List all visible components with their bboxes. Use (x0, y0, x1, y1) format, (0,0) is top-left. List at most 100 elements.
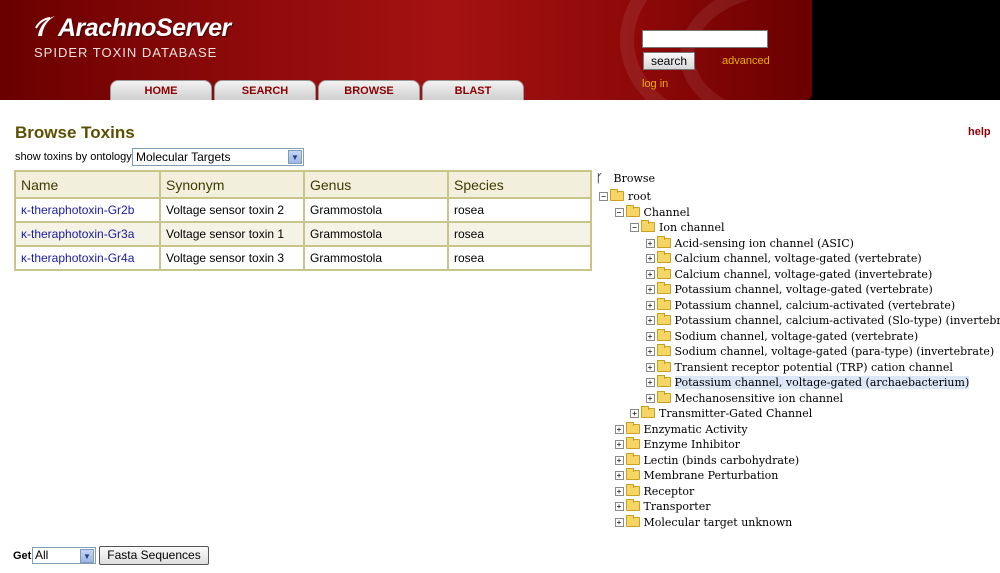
tree-node[interactable]: + Enzyme Inhibitor (614, 437, 740, 452)
tree-node-label[interactable]: Lectin (binds carbohydrate) (644, 454, 800, 467)
site-logo[interactable]: ArachnoServer SPIDER TOXIN DATABASE (34, 14, 231, 60)
column-header-genus[interactable]: Genus (303, 170, 449, 199)
folder-icon (625, 437, 640, 449)
collapse-icon[interactable]: − (630, 223, 639, 232)
expand-icon[interactable]: + (645, 285, 655, 294)
tree-node-label[interactable]: root (628, 190, 651, 203)
tree-node[interactable]: + Molecular target unknown (614, 514, 793, 530)
tree-node[interactable]: − Channel (614, 204, 690, 220)
tree-node-label[interactable]: Sodium channel, voltage-gated (para-type… (675, 345, 995, 358)
column-header-name[interactable]: Name (14, 170, 161, 199)
tree-node-label[interactable]: Receptor (644, 485, 695, 498)
expand-icon[interactable]: + (645, 362, 655, 372)
tree-node-label[interactable]: Enzymatic Activity (644, 423, 748, 436)
toxin-name-link[interactable]: κ-theraphotoxin-Gr4a (14, 245, 161, 271)
expand-icon[interactable]: + (645, 269, 655, 279)
tree-node-label[interactable]: Molecular target unknown (644, 516, 793, 529)
ontology-select[interactable]: Molecular Targets ▼ (132, 148, 304, 166)
get-label: Get (13, 550, 32, 562)
get-selected-value: All (35, 548, 49, 562)
tab-blast[interactable]: BLAST (422, 80, 524, 100)
tree-node[interactable]: − Ion channel (630, 220, 725, 235)
table-row: κ-theraphotoxin-Gr4a Voltage sensor toxi… (14, 245, 592, 271)
expand-icon[interactable]: + (614, 471, 624, 480)
expand-icon[interactable]: + (645, 393, 655, 403)
site-header: ArachnoServer SPIDER TOXIN DATABASE HOME… (0, 0, 1000, 100)
expand-icon[interactable]: + (645, 378, 655, 387)
tree-node[interactable]: + Calcium channel, voltage-gated (vertebr… (645, 251, 922, 266)
tree-node-label[interactable]: Potassium channel, calcium-activated (Sl… (675, 314, 1000, 327)
tree-node[interactable]: + Potassium channel, voltage-gated (verte… (645, 282, 933, 297)
ontology-label: show toxins by ontology: (15, 151, 135, 163)
tree-node-label[interactable]: Acid-sensing ion channel (ASIC) (675, 237, 854, 250)
tree-node[interactable]: + Potassium channel, calcium-activated (S… (645, 313, 1000, 328)
tree-node[interactable]: + Transporter (614, 499, 711, 514)
tree-node[interactable]: + Mechanosensitive ion channel (645, 390, 844, 406)
expand-icon[interactable]: + (614, 517, 624, 527)
search-input[interactable] (642, 30, 768, 48)
tree-node-label[interactable]: Mechanosensitive ion channel (675, 392, 844, 405)
fasta-sequences-button[interactable]: Fasta Sequences (99, 546, 209, 565)
tree-node-label[interactable]: Potassium channel, voltage-gated (archae… (674, 376, 970, 389)
expand-icon[interactable]: + (614, 486, 624, 496)
tree-node[interactable]: + Sodium channel, voltage-gated (vertebra… (645, 328, 919, 344)
tree-node[interactable]: + Transmitter-Gated Channel (630, 406, 812, 421)
tab-search[interactable]: SEARCH (214, 80, 316, 100)
help-link[interactable]: help (968, 126, 991, 138)
tree-node-label[interactable]: Transporter (644, 500, 711, 513)
search-button[interactable]: search (643, 52, 695, 70)
collapse-icon[interactable]: − (599, 192, 608, 201)
tree-node-label[interactable]: Channel (644, 206, 690, 219)
logo-subtitle: SPIDER TOXIN DATABASE (34, 45, 218, 60)
expand-icon[interactable]: + (645, 254, 655, 263)
folder-icon (641, 406, 655, 418)
tree-node-label[interactable]: Potassium channel, voltage-gated (verteb… (675, 283, 933, 296)
tab-browse[interactable]: BROWSE (318, 80, 420, 100)
tree-node-label[interactable]: Transient receptor potential (TRP) catio… (675, 361, 953, 374)
expand-icon[interactable]: + (630, 409, 639, 418)
column-header-synonym[interactable]: Synonym (159, 170, 305, 199)
tree-node[interactable]: + Receptor (614, 483, 695, 499)
expand-icon[interactable]: + (614, 440, 624, 449)
expand-icon[interactable]: + (614, 424, 624, 434)
expand-icon[interactable]: + (614, 455, 624, 465)
login-link[interactable]: log in (642, 78, 668, 90)
toxin-name-link[interactable]: κ-theraphotoxin-Gr2b (14, 197, 161, 223)
toxin-name-link[interactable]: κ-theraphotoxin-Gr3a (14, 221, 161, 247)
chevron-down-icon[interactable]: ▼ (80, 549, 94, 563)
tree-node[interactable]: + Sodium channel, voltage-gated (para-typ… (645, 344, 995, 359)
tree-node[interactable]: + Potassium channel, voltage-gated (archa… (645, 375, 970, 390)
tab-home[interactable]: HOME (110, 80, 212, 100)
synonym-cell: Voltage sensor toxin 2 (159, 197, 305, 223)
tree-node[interactable]: + Calcium channel, voltage-gated (inverte… (645, 266, 933, 282)
tree-node[interactable]: + Acid-sensing ion channel (ASIC) (645, 235, 854, 251)
get-select[interactable]: All ▼ (32, 547, 96, 564)
genus-cell: Grammostola (303, 245, 449, 271)
tree-node-label[interactable]: Transmitter-Gated Channel (659, 407, 812, 420)
tree-node[interactable]: + Transient receptor potential (TRP) cati… (645, 359, 953, 375)
expand-icon[interactable]: + (645, 316, 655, 325)
table-row: κ-theraphotoxin-Gr3a Voltage sensor toxi… (14, 221, 592, 247)
expand-icon[interactable]: + (645, 331, 655, 341)
expand-icon[interactable]: + (645, 238, 655, 248)
tree-node-label[interactable]: Ion channel (659, 221, 725, 234)
tree-node[interactable]: − root (599, 189, 651, 204)
chevron-down-icon[interactable]: ▼ (288, 150, 302, 164)
tree-node-label[interactable]: Sodium channel, voltage-gated (vertebrat… (675, 330, 919, 343)
tree-node[interactable]: + Potassium channel, calcium-activated (v… (645, 297, 956, 313)
expand-icon[interactable]: + (645, 347, 655, 356)
column-header-species[interactable]: Species (447, 170, 592, 199)
tree-node-label[interactable]: Calcium channel, voltage-gated (inverteb… (675, 268, 933, 281)
tree-node-label[interactable]: Calcium channel, voltage-gated (vertebra… (675, 252, 922, 265)
advanced-search-link[interactable]: advanced (722, 55, 770, 67)
tree-node-label[interactable]: Potassium channel, calcium-activated (ve… (675, 299, 956, 312)
expand-icon[interactable]: + (614, 502, 624, 511)
expand-icon[interactable]: + (645, 300, 655, 310)
folder-icon (656, 328, 671, 341)
tree-node[interactable]: + Enzymatic Activity (614, 421, 748, 437)
tree-node[interactable]: + Membrane Perturbation (614, 468, 779, 483)
tree-node[interactable]: + Lectin (binds carbohydrate) (614, 452, 800, 468)
tree-node-label[interactable]: Enzyme Inhibitor (644, 438, 740, 451)
collapse-icon[interactable]: − (614, 207, 624, 217)
tree-node-label[interactable]: Membrane Perturbation (644, 469, 779, 482)
